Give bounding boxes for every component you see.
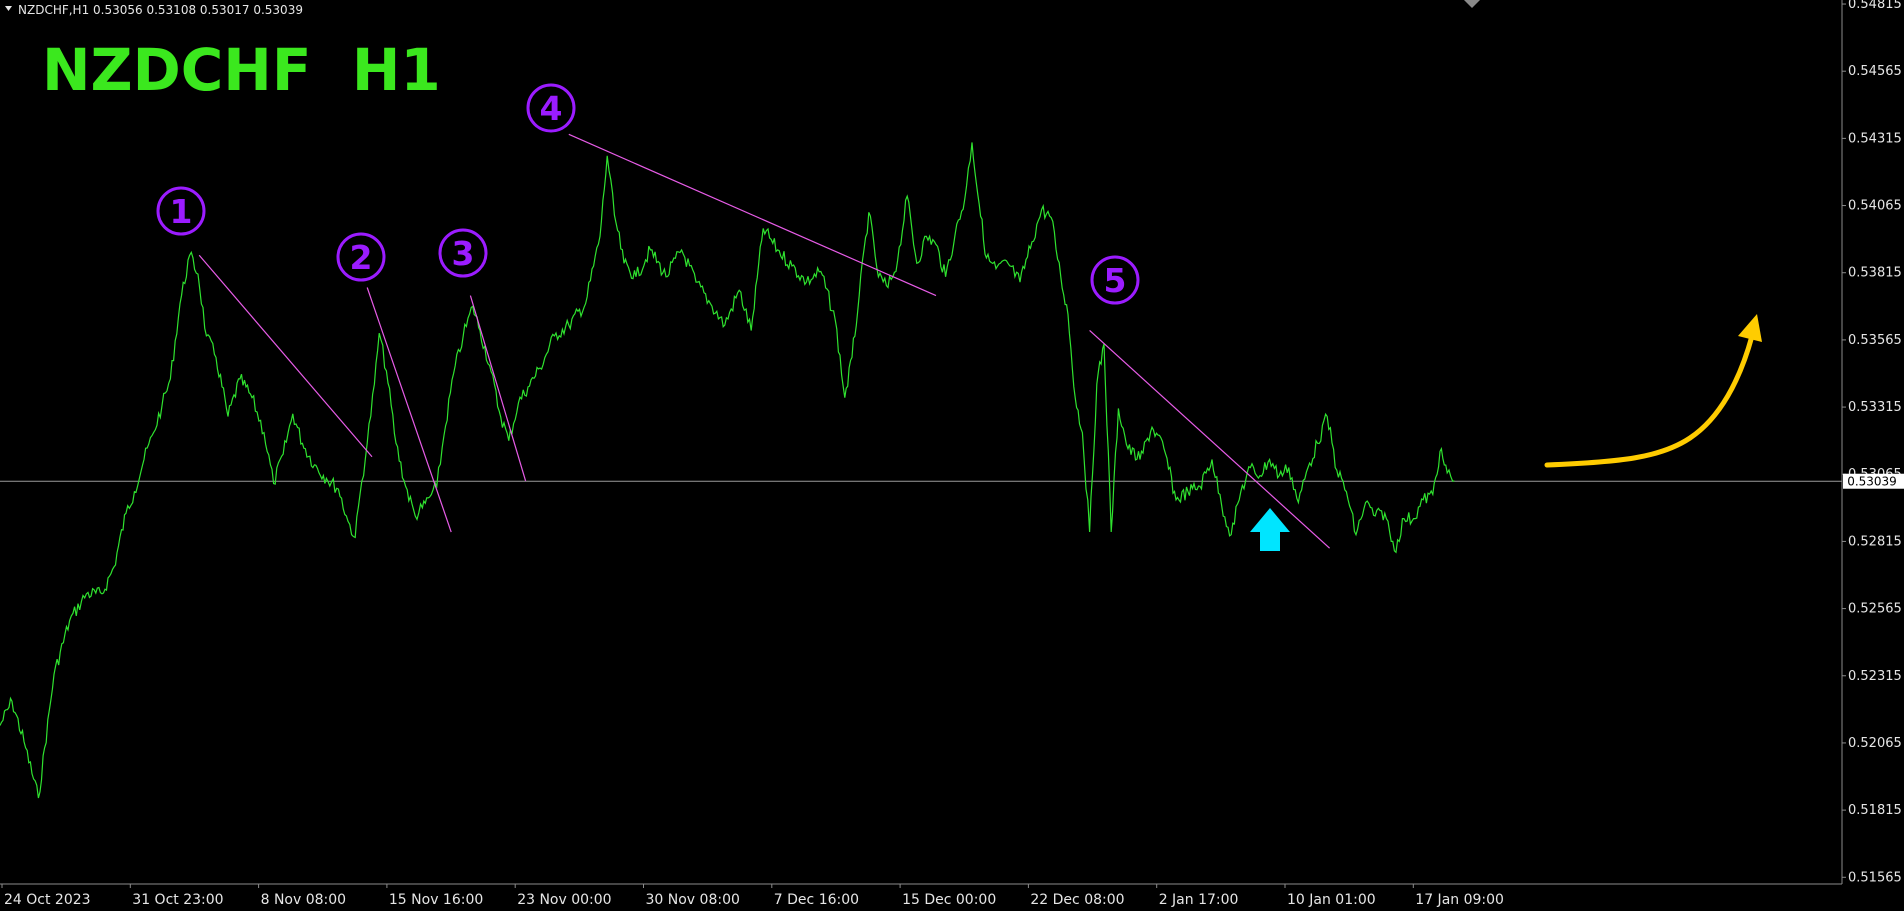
chart-background	[0, 0, 1904, 911]
time-tick-label: 15 Dec 00:00	[902, 892, 996, 908]
price-tick-label: 0.54065	[1848, 199, 1902, 214]
price-tick-label: 0.53815	[1848, 266, 1902, 281]
chart-title: NZDCHF H1	[42, 36, 441, 104]
time-tick-label: 2 Jan 17:00	[1159, 892, 1239, 908]
time-tick-label: 23 Nov 00:00	[517, 892, 611, 908]
time-tick-label: 22 Dec 08:00	[1030, 892, 1124, 908]
price-tick-label: 0.54815	[1848, 0, 1902, 12]
price-tick-label: 0.54315	[1848, 131, 1902, 146]
time-tick-label: 24 Oct 2023	[4, 892, 91, 908]
price-tick-label: 0.51565	[1848, 870, 1902, 885]
wave-marker-1-label: 1	[170, 192, 193, 231]
symbol-info-text: NZDCHF,H1 0.53056 0.53108 0.53017 0.5303…	[18, 3, 303, 17]
price-tick-label: 0.52315	[1848, 669, 1902, 684]
chart-window: NZDCHF,H1 0.53056 0.53108 0.53017 0.5303…	[0, 0, 1904, 911]
time-tick-label: 31 Oct 23:00	[132, 892, 223, 908]
time-tick-label: 30 Nov 08:00	[646, 892, 740, 908]
time-tick-label: 17 Jan 09:00	[1415, 892, 1504, 908]
time-tick-label: 7 Dec 16:00	[774, 892, 859, 908]
wave-marker-2-label: 2	[350, 238, 373, 277]
price-tick-label: 0.52815	[1848, 534, 1902, 549]
time-tick-label: 10 Jan 01:00	[1287, 892, 1376, 908]
price-tick-label: 0.51815	[1848, 803, 1902, 818]
wave-marker-4-label: 4	[540, 89, 563, 128]
price-tick-label: 0.53565	[1848, 333, 1902, 348]
wave-marker-3-label: 3	[452, 234, 475, 273]
time-tick-label: 15 Nov 16:00	[389, 892, 483, 908]
current-price-label: 0.53039	[1847, 475, 1897, 489]
price-chart[interactable]: NZDCHF,H1 0.53056 0.53108 0.53017 0.5303…	[0, 0, 1904, 911]
price-tick-label: 0.53315	[1848, 400, 1902, 415]
time-tick-label: 8 Nov 08:00	[261, 892, 346, 908]
price-tick-label: 0.52565	[1848, 602, 1902, 617]
current-price-tag: 0.53039	[1843, 473, 1904, 489]
price-tick-label: 0.52065	[1848, 736, 1902, 751]
price-tick-label: 0.54565	[1848, 64, 1902, 79]
wave-marker-5-label: 5	[1104, 261, 1127, 300]
